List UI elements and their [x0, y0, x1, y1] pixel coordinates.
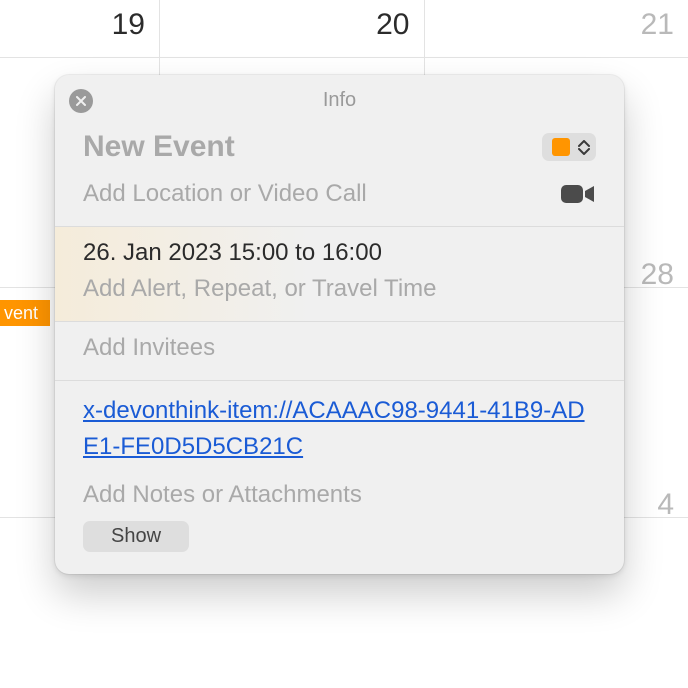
notes-input[interactable]: Add Notes or Attachments	[83, 481, 596, 509]
close-button[interactable]	[69, 89, 93, 113]
close-icon	[76, 96, 86, 106]
day-number: 4	[657, 488, 674, 522]
section-datetime: 26. Jan 2023 15:00 to 16:00 Add Alert, R…	[55, 227, 624, 322]
invitees-input[interactable]: Add Invitees	[83, 334, 596, 362]
day-number: 28	[641, 258, 674, 292]
section-title-location: New Event Add Location or Video Call	[55, 118, 624, 227]
day-number: 19	[112, 8, 145, 41]
video-call-icon[interactable]	[560, 182, 596, 206]
alert-repeat-field[interactable]: Add Alert, Repeat, or Travel Time	[83, 275, 596, 303]
event-info-popover: Info New Event Add Location or Video Cal…	[55, 75, 624, 574]
url-link[interactable]: x-devonthink-item://ACAAAC98-9441-41B9-A…	[83, 393, 596, 465]
popover-header: Info	[55, 75, 624, 118]
calendar-event-chip[interactable]: vent	[0, 300, 50, 326]
datetime-field[interactable]: 26. Jan 2023 15:00 to 16:00	[83, 239, 596, 267]
day-number: 21	[641, 8, 674, 41]
calendar-color-swatch	[552, 138, 570, 156]
section-notes-url: x-devonthink-item://ACAAAC98-9441-41B9-A…	[55, 381, 624, 574]
show-button[interactable]: Show	[83, 521, 189, 552]
day-number: 20	[376, 8, 409, 41]
location-input[interactable]: Add Location or Video Call	[83, 180, 367, 208]
event-chip-label: vent	[4, 303, 38, 323]
calendar-day-cell[interactable]: 19	[0, 0, 160, 58]
event-title-input[interactable]: New Event	[83, 130, 235, 164]
popover-title: Info	[323, 89, 356, 111]
calendar-day-cell[interactable]: 21	[425, 0, 688, 58]
calendar-picker[interactable]	[542, 133, 596, 161]
updown-chevron-icon	[578, 140, 590, 155]
section-invitees: Add Invitees	[55, 322, 624, 381]
show-button-label: Show	[111, 525, 161, 547]
calendar-day-cell[interactable]: 20	[160, 0, 425, 58]
